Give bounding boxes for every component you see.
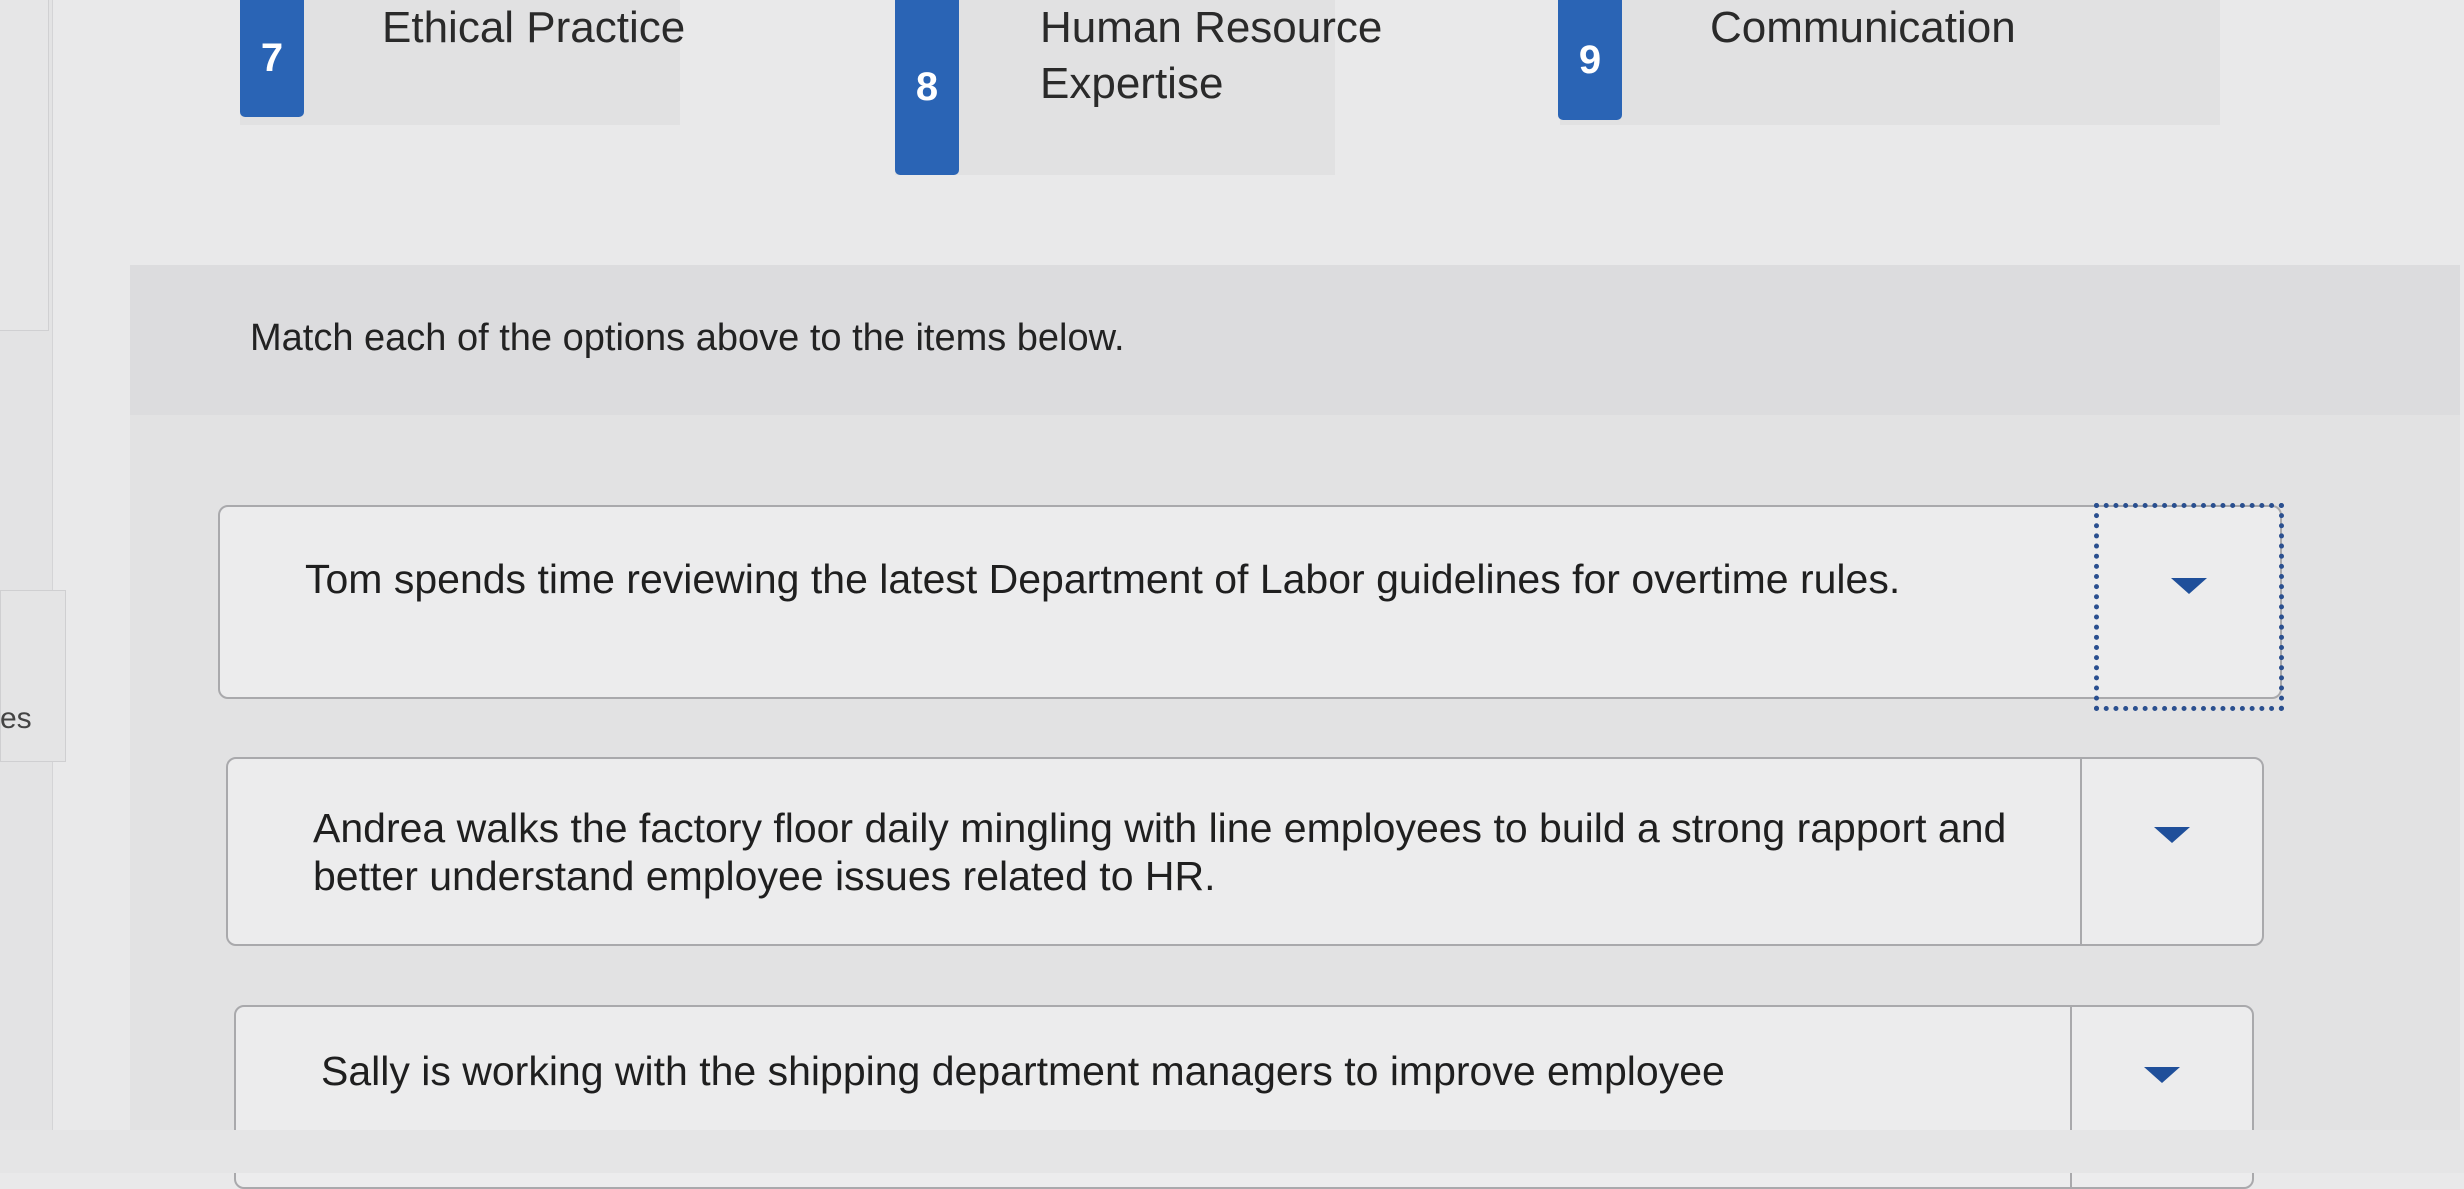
option-number-badge[interactable]: 9 — [1558, 0, 1622, 120]
caret-down-icon — [2154, 827, 2190, 843]
match-dropdown[interactable] — [2080, 759, 2262, 944]
caret-down-icon — [2171, 578, 2207, 594]
option-label: Human Resource Expertise — [1040, 3, 1383, 108]
option-number-badge[interactable]: 8 — [895, 0, 959, 175]
instruction-band: Match each of the options above to the i… — [130, 265, 2460, 415]
match-dropdown[interactable] — [2094, 503, 2284, 711]
match-item-text: Andrea walks the factory floor daily min… — [313, 805, 2007, 899]
option-number: 8 — [915, 65, 939, 109]
option-number: 7 — [260, 36, 284, 80]
option-label: Communication — [1710, 3, 2016, 52]
match-item: Andrea walks the factory floor daily min… — [226, 757, 2264, 946]
match-item: Tom spends time reviewing the latest Dep… — [218, 503, 2284, 711]
options-row: 7 Ethical Practice 8 Human Resource Expe… — [230, 0, 2230, 200]
option-label: Ethical Practice — [382, 3, 686, 52]
matching-question-panel: Match each of the options above to the i… — [130, 265, 2460, 1189]
bottom-strip — [0, 1130, 2464, 1173]
left-panel — [0, 0, 49, 331]
sidebar-partial-label: es — [0, 702, 32, 735]
instruction-text: Match each of the options above to the i… — [250, 317, 1125, 359]
option-number: 9 — [1578, 37, 1602, 82]
left-panel-tab[interactable] — [0, 590, 66, 762]
option-number-badge[interactable]: 7 — [240, 0, 304, 117]
caret-down-icon — [2144, 1067, 2180, 1083]
match-item-text: Sally is working with the shipping depar… — [321, 1048, 1725, 1094]
match-item-text: Tom spends time reviewing the latest Dep… — [305, 556, 1901, 602]
